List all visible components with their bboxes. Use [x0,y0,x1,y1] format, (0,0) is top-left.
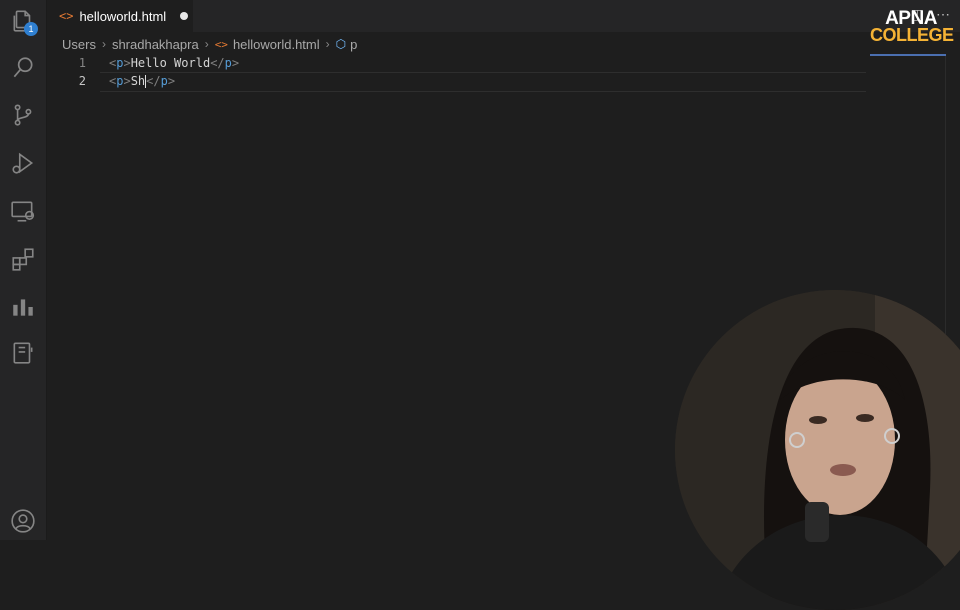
apna-college-logo: APNA COLLEGE [870,9,954,45]
tag-name: p [224,56,232,70]
breadcrumb-element[interactable]: p [350,37,357,52]
logo-line2: COLLEGE [870,25,954,45]
minimap-slider[interactable] [870,54,946,56]
explorer-badge: 1 [24,22,38,36]
text-content: Hello World [130,56,211,70]
tab-label: helloworld.html [79,8,167,24]
breadcrumb-users[interactable]: Users [62,37,96,52]
symbol-element-icon: ⬡ [335,37,347,51]
tab-helloworld[interactable]: <> helloworld.html [47,0,193,32]
html-file-icon: <> [59,9,74,23]
code-line[interactable]: <p>Sh</p> [109,74,175,88]
bar-chart-icon[interactable] [10,294,36,320]
chevron-right-icon: › [204,37,209,51]
remote-explorer-icon[interactable] [10,198,36,224]
presenter-image [675,290,960,610]
html-file-icon: <> [214,37,228,51]
tag-bracket: > [167,74,176,88]
activity-bar: 1 [0,0,47,540]
breadcrumb: Users › shradhakhapra › <> helloworld.ht… [62,35,357,53]
code-line[interactable]: <p>Hello World</p> [109,56,239,70]
extensions-icon[interactable] [10,246,36,272]
unsaved-dot-icon[interactable] [180,12,189,20]
chevron-right-icon: › [101,37,106,51]
notebook-icon[interactable] [10,340,36,366]
run-debug-icon[interactable] [10,150,36,176]
account-icon[interactable] [10,508,36,534]
tag-bracket: > [231,56,240,70]
tag-bracket: > [123,74,131,88]
breadcrumb-user-folder[interactable]: shradhakhapra [112,37,199,52]
breadcrumb-file[interactable]: helloworld.html [233,37,320,52]
source-control-icon[interactable] [10,102,36,128]
line-number: 2 [78,74,86,88]
tab-bar: <> helloworld.html ◫ ⋯ [47,0,960,32]
tag-bracket: > [123,56,131,70]
tag-bracket: </ [210,56,225,70]
chevron-right-icon: › [325,37,330,51]
tag-bracket: </ [146,74,161,88]
tag-name: p [160,74,168,88]
current-line-highlight [100,72,866,92]
text-content: Sh [130,74,146,88]
line-number: 1 [78,56,86,70]
search-icon[interactable] [10,55,36,81]
webcam-overlay [675,290,960,610]
